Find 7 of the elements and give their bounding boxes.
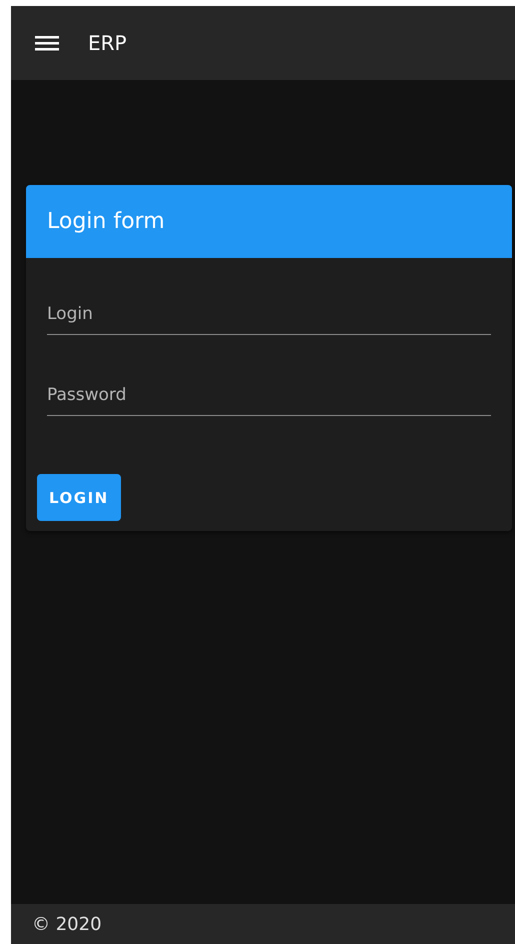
card-title: Login form <box>47 209 165 234</box>
copyright-text: © 2020 <box>32 914 102 934</box>
app-title: ERP <box>88 31 127 55</box>
login-button[interactable]: LOGIN <box>37 474 121 521</box>
menu-icon[interactable] <box>34 33 60 53</box>
input-field[interactable]: Password <box>47 379 491 416</box>
input-field[interactable]: Login <box>47 298 491 335</box>
